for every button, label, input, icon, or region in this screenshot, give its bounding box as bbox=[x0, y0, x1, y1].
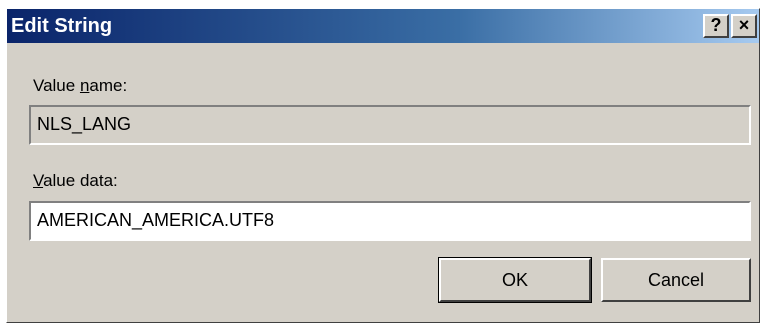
value-name-field[interactable]: NLS_LANG bbox=[29, 105, 751, 145]
value-name-label-accesskey: n bbox=[79, 76, 90, 95]
close-button[interactable]: × bbox=[731, 14, 757, 38]
dialog-title: Edit String bbox=[11, 15, 113, 37]
value-data-label-accesskey: V bbox=[33, 171, 44, 190]
edit-string-dialog: Edit String ? × Value name: NLS_LANG Val… bbox=[6, 8, 760, 323]
value-data-label: Value data: bbox=[33, 171, 118, 191]
value-data-label-suffix: alue data: bbox=[43, 171, 118, 190]
value-name-label-suffix: ame: bbox=[89, 76, 128, 95]
help-icon: ? bbox=[710, 15, 722, 35]
help-button[interactable]: ? bbox=[703, 14, 729, 38]
value-data-input[interactable]: AMERICAN_AMERICA.UTF8 bbox=[29, 201, 751, 241]
title-bar[interactable]: Edit String ? × bbox=[7, 9, 759, 43]
value-name-label-prefix: Value bbox=[33, 76, 80, 95]
value-name-label: Value name: bbox=[33, 76, 127, 96]
ok-button[interactable]: OK bbox=[438, 257, 592, 303]
close-icon: × bbox=[738, 15, 750, 35]
cancel-button[interactable]: Cancel bbox=[601, 258, 751, 302]
